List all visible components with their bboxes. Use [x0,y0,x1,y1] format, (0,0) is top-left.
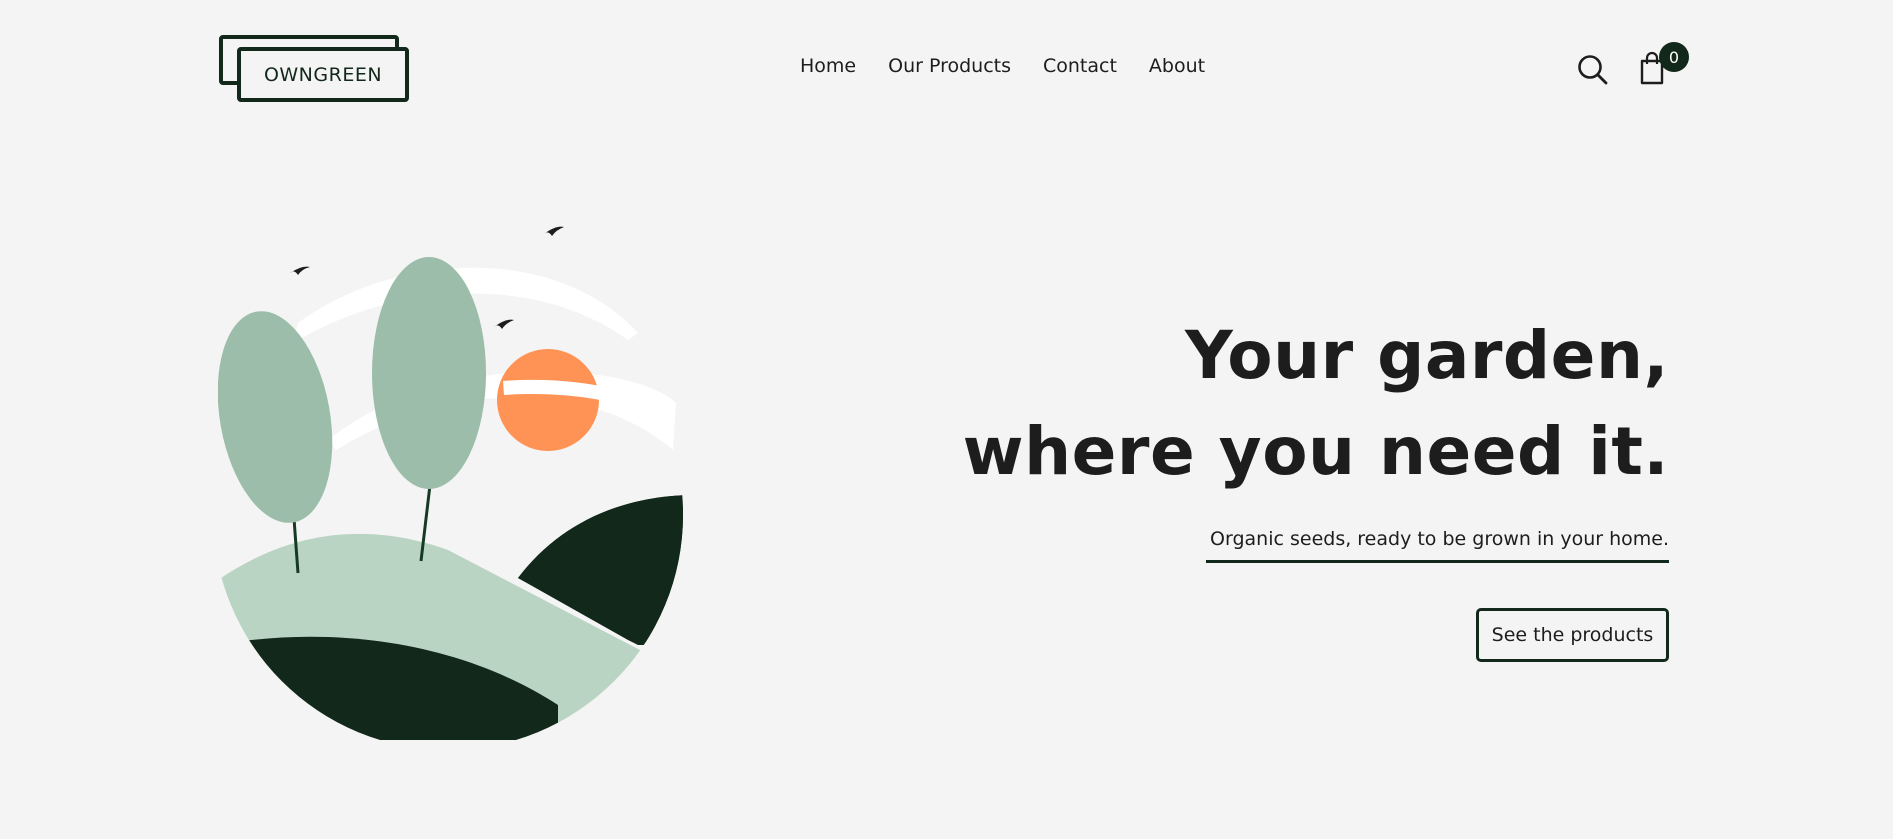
brand-logo[interactable]: OWNGREEN [219,35,409,102]
nav-item-our-products[interactable]: Our Products [888,55,1011,77]
hero-title-line-2: where you need it. [962,413,1669,490]
nav-item-home[interactable]: Home [800,55,856,77]
logo-frame-front: OWNGREEN [237,47,409,102]
hero-title-line-1: Your garden, [1185,317,1669,394]
see-products-button[interactable]: See the products [1476,608,1669,662]
sun-shape [497,349,599,451]
tree-left [217,311,333,574]
nav-item-about[interactable]: About [1149,55,1205,77]
cart-count-badge: 0 [1659,42,1689,72]
search-icon[interactable] [1576,53,1610,87]
nav-item-contact[interactable]: Contact [1043,55,1117,77]
site-header: OWNGREEN Home Our Products Contact About… [0,0,1893,140]
tree-right [372,257,486,562]
garden-illustration [217,225,688,740]
main-nav: Home Our Products Contact About [800,55,1205,77]
cart-count: 0 [1668,47,1680,67]
logo-text: OWNGREEN [263,63,383,86]
hero-subtitle: Organic seeds, ready to be grown in your… [1206,528,1669,563]
hero-title: Your garden, where you need it. [963,308,1669,500]
